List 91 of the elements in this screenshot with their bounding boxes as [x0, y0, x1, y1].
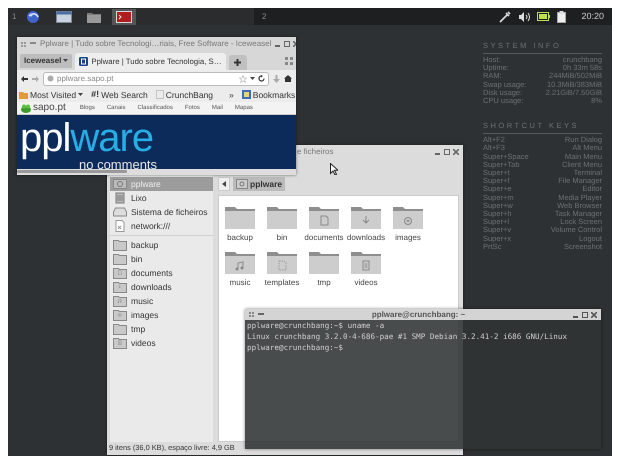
favicon-icon	[79, 56, 88, 66]
folder-icon	[113, 282, 127, 292]
sidebar-item[interactable]: bin	[110, 252, 213, 266]
folder-icon	[113, 338, 127, 348]
folder-icon	[113, 296, 127, 306]
sidebar-item[interactable]: network:///	[110, 219, 213, 233]
home-folder-icon	[236, 179, 248, 189]
sidebar-item[interactable]: downloads	[110, 280, 213, 294]
caret-icon	[250, 77, 255, 80]
terminal-icon	[116, 10, 132, 24]
site-logo: pplware	[20, 115, 154, 160]
caret-icon	[78, 93, 84, 96]
window-title: pplware@crunchbang: ~	[370, 309, 466, 320]
url-bar[interactable]: pplware.sapo.pt	[43, 72, 269, 86]
folder-icon	[113, 268, 127, 278]
overflow-button[interactable]: »	[229, 90, 234, 100]
reload-icon	[258, 75, 265, 82]
drive-icon	[113, 206, 127, 218]
folder-icon	[19, 90, 28, 99]
new-tab-button[interactable]	[228, 54, 247, 70]
bookmark-item[interactable]: Most Visited	[19, 90, 84, 100]
grip-icon	[21, 42, 26, 46]
folder-icon	[266, 249, 298, 275]
maximize-icon[interactable]	[284, 41, 290, 47]
path-button[interactable]: pplware	[233, 176, 286, 192]
folder-icon	[266, 204, 298, 230]
scrollbar[interactable]	[17, 169, 296, 175]
sidebar-item[interactable]: music	[110, 294, 213, 308]
folder-icon	[113, 324, 127, 334]
sidebar-item[interactable]: documents	[110, 266, 213, 280]
grip-icon	[249, 312, 254, 317]
maximize-icon[interactable]	[582, 312, 588, 318]
network-cable-icon[interactable]	[499, 10, 512, 22]
caret-icon	[63, 59, 68, 62]
bookmark-item[interactable]: #! Web Search	[91, 89, 148, 100]
site-tagline: no comments	[79, 158, 158, 170]
home-folder-icon	[113, 178, 127, 190]
workspace-number[interactable]: 1	[12, 12, 16, 22]
clock: 20:20	[581, 11, 604, 22]
sidebar-item[interactable]: images	[110, 308, 213, 322]
folder-icon	[113, 310, 127, 320]
back-icon[interactable]	[21, 76, 28, 82]
folder-icon	[224, 249, 256, 275]
folder-label[interactable]: documents	[304, 233, 344, 243]
folder-label[interactable]: templates	[264, 278, 300, 288]
taskbar-button[interactable]	[112, 8, 136, 24]
app-menu-button[interactable]: Iceweasel	[20, 54, 72, 68]
page-icon	[156, 90, 164, 100]
folder-icon	[308, 249, 340, 275]
sidebar-item[interactable]: videos	[110, 336, 213, 350]
sidebar-item[interactable]: tmp	[110, 322, 213, 336]
maximize-icon[interactable]	[444, 149, 450, 155]
plus-icon	[234, 58, 242, 66]
folder-icon	[224, 204, 256, 230]
folder-label[interactable]: backup	[227, 233, 253, 243]
window-title: Pplware | Tudo sobre Tecnologi…riais, Free Software - Iceweasel	[40, 39, 272, 49]
network-icon	[113, 220, 127, 232]
star-icon	[239, 74, 247, 83]
sidebar-item[interactable]: Sistema de ficheiros	[110, 205, 213, 219]
back-button[interactable]	[218, 177, 230, 191]
clipboard-icon[interactable]	[557, 10, 566, 22]
folder-icon	[350, 249, 382, 275]
folder-icon	[392, 204, 424, 230]
workspace-number[interactable]: 2	[262, 12, 266, 22]
folder-label[interactable]: images	[395, 233, 421, 243]
battery-icon[interactable]	[537, 12, 550, 21]
frog-logo-icon	[21, 104, 31, 113]
folder-label[interactable]: tmp	[317, 278, 331, 288]
folder-icon	[308, 204, 340, 230]
window-title: e ficheiros	[297, 147, 334, 157]
folder-label[interactable]: downloads	[346, 233, 386, 243]
folder-label[interactable]: bin	[276, 233, 288, 243]
sidebar-item[interactable]: backup	[110, 238, 213, 252]
bookmarks-icon	[242, 90, 251, 100]
folder-label[interactable]: videos	[354, 278, 378, 288]
folder-icon	[113, 254, 127, 264]
bookmark-item[interactable]: CrunchBang	[156, 90, 214, 100]
folder-icon	[350, 204, 382, 230]
site-logo[interactable]: sapo.pt	[33, 102, 66, 114]
pin-icon	[258, 312, 264, 316]
trash-icon	[113, 192, 127, 204]
pin-icon	[30, 42, 36, 46]
bookmarks-menu-button[interactable]: Bookmarks	[242, 90, 296, 100]
volume-icon[interactable]	[518, 12, 530, 22]
folder-icon	[113, 240, 127, 250]
mouse-cursor-icon	[330, 163, 338, 175]
back-icon	[222, 181, 226, 187]
window-icon	[56, 10, 72, 24]
folder-label[interactable]: music	[230, 278, 250, 288]
sidebar-item[interactable]: Lixo	[110, 191, 213, 205]
home-icon[interactable]	[284, 75, 292, 82]
